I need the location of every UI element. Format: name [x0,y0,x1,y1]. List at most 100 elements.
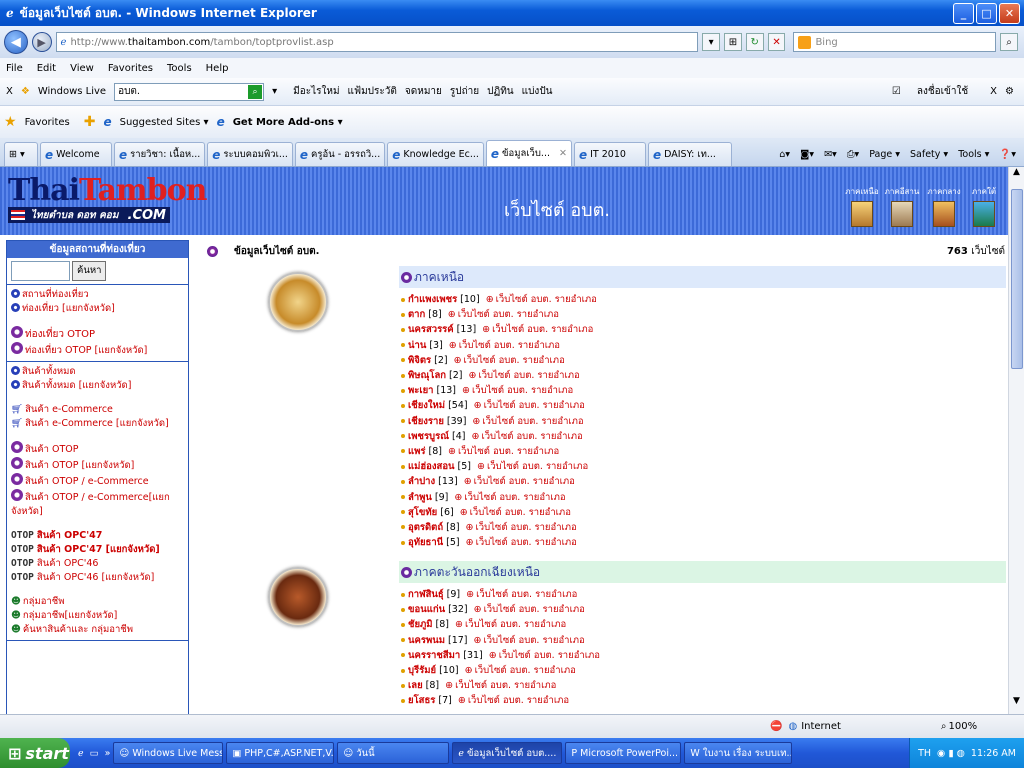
province-link[interactable]: เชียงใหม่ [408,398,445,413]
close-toolbar-icon[interactable]: X [6,86,13,97]
scroll-thumb[interactable] [1011,189,1023,369]
address-bar[interactable]: ℯ http://www. thaitambon.com/tambon/toptp… [55,32,699,52]
tools-icon[interactable]: ⚙ [1005,86,1014,97]
sidebar-link[interactable]: ท่องเที่ยว OTOP [แยกจังหวัด] [11,342,184,358]
tab-it2010[interactable]: e IT 2010 [573,142,646,166]
district-link[interactable]: เว็บไซต์ อบต. รายอำเภอ [477,459,588,474]
search-go-icon[interactable]: ⌕ [248,84,263,99]
region-south-link[interactable]: ภาคใต้ [966,185,1002,227]
sidebar-link[interactable]: ☻ กลุ่มอาชีพ [11,595,184,609]
favorites-star-icon[interactable]: ★ [4,114,17,130]
dropdown-arrow-icon[interactable]: ▾ [702,33,720,51]
tab-teacher[interactable]: e ครูอ้น - อรรถวิ... [294,142,386,166]
sidebar-link[interactable]: สินค้า OTOP [11,441,184,457]
sidebar-search-input[interactable] [11,261,70,281]
district-link[interactable]: เว็บไซต์ อบต. รายอำเภอ [466,535,577,550]
menu-favorites[interactable]: Favorites [108,63,153,74]
search-box[interactable]: Bing [793,32,997,52]
district-link[interactable]: เว็บไซต์ อบต. รายอำเภอ [474,398,585,413]
back-button[interactable]: ◀ [4,30,28,54]
page-menu[interactable]: Page ▾ [869,149,900,160]
province-link[interactable]: นครราชสีมา [408,648,460,663]
close-tab-icon[interactable]: ✕ [559,148,567,159]
sidebar-link[interactable]: สินค้า OTOP / e-Commerce[แยกจังหวัด] [11,489,184,519]
region-north-link[interactable]: ภาคเหนือ [844,185,880,227]
wl-link-photos[interactable]: รูปถ่าย [450,84,479,99]
menu-help[interactable]: Help [206,63,229,74]
taskbar-messenger[interactable]: ☺ Windows Live Mess... [113,742,224,764]
province-link[interactable]: กำแพงเพชร [408,292,457,307]
site-logo[interactable]: ThaiTambon ไทยตำบล ดอท คอม .COM [8,175,207,227]
district-link[interactable]: เว็บไซต์ อบต. รายอำเภอ [466,587,577,602]
favorites-button[interactable]: Favorites [25,117,70,128]
close-button[interactable]: ✕ [999,3,1020,24]
sidebar-link[interactable]: 🛒︎ สินค้า e-Commerce [แยกจังหวัด] [11,417,184,431]
sidebar-link[interactable]: 🛒︎ สินค้า e-Commerce [11,403,184,417]
sidebar-search-button[interactable]: ค้นหา [72,261,107,281]
province-link[interactable]: พะเยา [408,383,434,398]
sidebar-link[interactable]: OTOP สินค้า OPC'47 [11,529,184,543]
province-link[interactable]: ตาก [408,307,425,322]
forward-button[interactable]: ▶ [31,32,52,52]
district-link[interactable]: เว็บไซต์ อบต. รายอำเภอ [458,693,569,708]
start-button[interactable]: ⊞ start [0,738,70,768]
taskbar-today[interactable]: ☺ วันนี้ [337,742,450,764]
province-link[interactable]: ยโสธร [408,693,435,708]
help-icon[interactable]: ❓▾ [999,149,1016,160]
windows-live-search-input[interactable]: อบต. ⌕ [114,82,265,101]
menu-tools[interactable]: Tools [167,63,192,74]
district-link[interactable]: เว็บไซต์ อบต. รายอำเภอ [454,490,565,505]
province-link[interactable]: เลย [408,678,423,693]
scroll-up-icon[interactable]: ▲ [1009,167,1024,185]
district-link[interactable]: เว็บไซต์ อบต. รายอำเภอ [465,663,576,678]
tab-welcome[interactable]: e Welcome [40,142,112,166]
quicklaunch-ie-icon[interactable]: ℯ [78,748,84,759]
province-link[interactable]: อุทัยธานี [408,535,443,550]
taskbar-folder[interactable]: ▣ PHP,C#,ASP.NET,V... [226,742,335,764]
district-link[interactable]: เว็บไซต์ อบต. รายอำเภอ [455,617,566,632]
sidebar-link[interactable]: OTOP สินค้า OPC'47 [แยกจังหวัด] [11,543,184,557]
print-icon[interactable]: ⎙▾ [847,149,859,160]
province-link[interactable]: อุตรดิตถ์ [408,520,443,535]
wl-link-calendar[interactable]: ปฏิทิน [487,84,514,99]
menu-file[interactable]: File [6,63,23,74]
feeds-icon[interactable]: ◙▾ [800,149,814,160]
add-favorite-icon[interactable]: ✚ [84,114,96,130]
minimize-button[interactable]: _ [953,3,974,24]
province-link[interactable]: แพร่ [408,444,426,459]
zoom-level[interactable]: 100% [949,721,978,732]
province-link[interactable]: สุโขทัย [408,505,437,520]
sidebar-link[interactable]: OTOP สินค้า OPC'46 [11,557,184,571]
tray-icons[interactable]: ◉ ▮ ◍ [937,748,965,759]
sidebar-link[interactable]: สินค้า OTOP / e-Commerce [11,473,184,489]
province-link[interactable]: เชียงราย [408,414,444,429]
sidebar-link[interactable]: สินค้า OTOP [แยกจังหวัด] [11,457,184,473]
district-link[interactable]: เว็บไซต์ อบต. รายอำเภอ [482,322,593,337]
district-link[interactable]: เว็บไซต์ อบต. รายอำเภอ [486,292,597,307]
stop-icon[interactable]: ✕ [767,33,786,51]
province-link[interactable]: แม่ฮ่องสอน [408,459,455,474]
refresh-icon[interactable]: ↻ [745,33,764,51]
windows-live-label[interactable]: Windows Live [38,86,106,97]
district-link[interactable]: เว็บไซต์ อบต. รายอำเภอ [474,633,584,648]
province-link[interactable]: นครพนม [408,633,445,648]
tab-course[interactable]: e รายวิชา: เนื้อห... [114,142,206,166]
district-link[interactable]: เว็บไซต์ อบต. รายอำเภอ [464,474,575,489]
province-link[interactable]: น่าน [408,338,426,353]
tools-menu[interactable]: Tools ▾ [958,149,989,160]
sidebar-link[interactable]: สินค้าทั้งหมด [แยกจังหวัด] [11,379,184,393]
sidebar-link[interactable]: สถานที่ท่องเที่ยว [11,288,184,302]
compatibility-icon[interactable]: ⊞ [724,33,742,51]
quicklaunch-more-icon[interactable]: » [105,748,111,759]
language-indicator[interactable]: TH [918,748,931,759]
sidebar-link[interactable]: ท่องเที่ยว [แยกจังหวัด] [11,302,184,316]
district-link[interactable]: เว็บไซต์ อบต. รายอำเภอ [445,678,556,693]
sidebar-link[interactable]: ☻ กลุ่มอาชีพ[แยกจังหวัด] [11,609,184,623]
taskbar-word[interactable]: W ใบงาน เรื่อง ระบบเท... [684,742,793,764]
quick-tabs-button[interactable]: ⊞ ▾ [4,142,38,166]
zoom-icon[interactable]: ⌕ [941,721,947,732]
taskbar-ie-window[interactable]: ℯ ข้อมูลเว็บไซต์ อบต.... [452,742,563,764]
mail-icon[interactable]: ✉▾ [824,149,837,160]
district-link[interactable]: เว็บไซต์ อบต. รายอำเภอ [471,429,582,444]
district-link[interactable]: เว็บไซต์ อบต. รายอำเภอ [454,353,565,368]
